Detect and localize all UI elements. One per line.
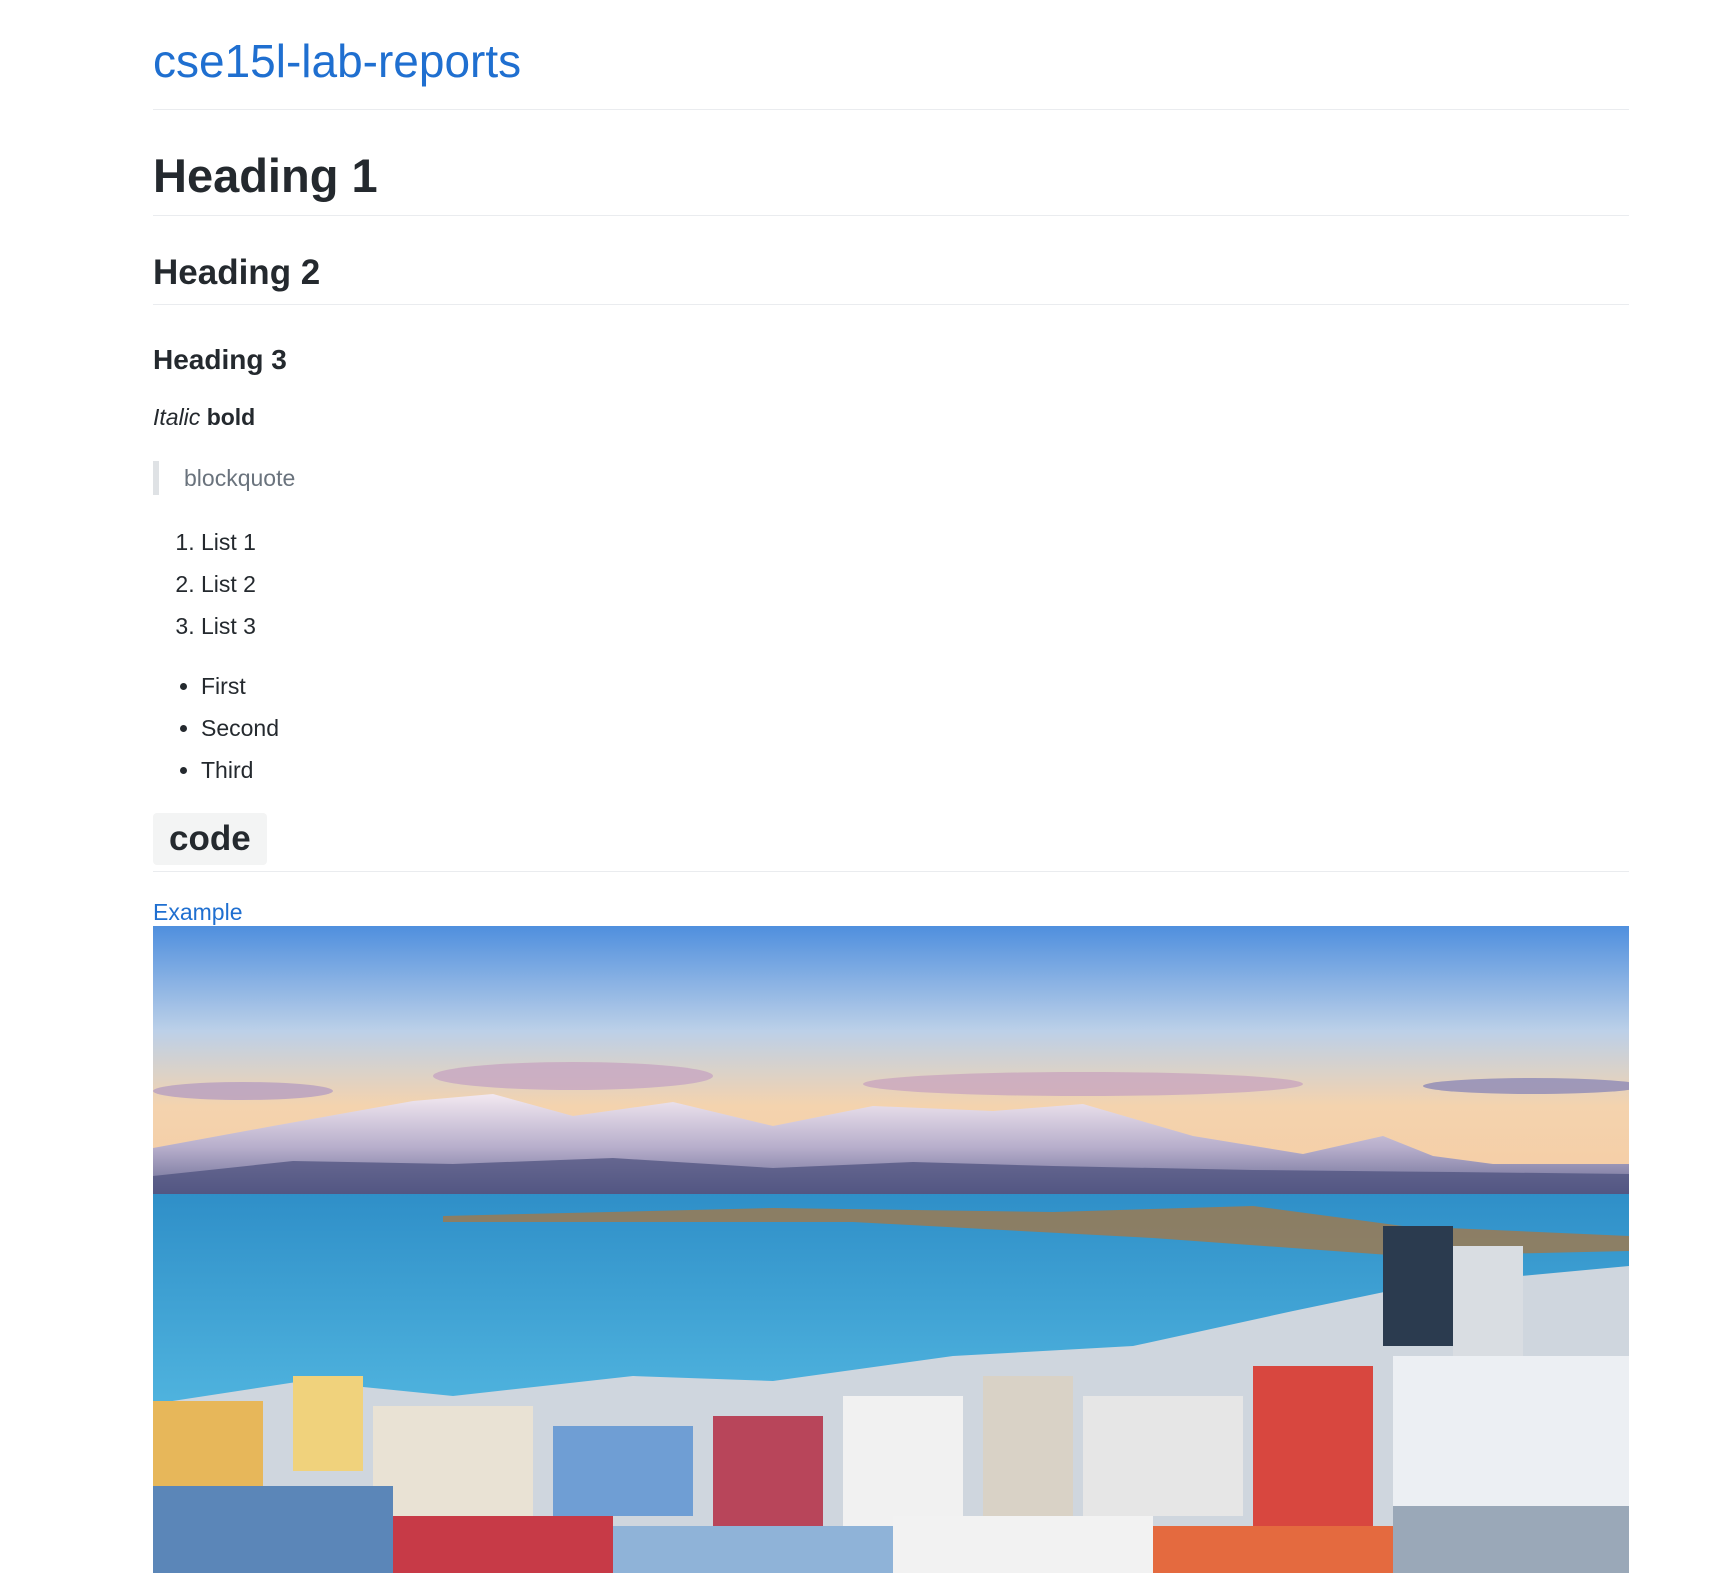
bullet-list-item: First [201, 665, 1629, 707]
ordered-list-item: List 2 [201, 563, 1629, 605]
inline-code: code [153, 812, 267, 865]
bold-text: bold [206, 403, 256, 430]
ordered-list-item: List 1 [201, 521, 1629, 563]
bullet-list-item: Second [201, 707, 1629, 749]
bullet-list-item: Third [201, 749, 1629, 791]
heading-2: Heading 2 [153, 216, 1629, 306]
site-title-link[interactable]: cse15l-lab-reports [153, 0, 1629, 110]
heading-1: Heading 1 [153, 110, 1629, 216]
page-content: cse15l-lab-reports Heading 1 Heading 2 H… [153, 0, 1629, 1574]
italic-text: Italic [153, 403, 201, 430]
bullet-list: First Second Third [153, 665, 1629, 791]
ordered-list-item: List 3 [201, 605, 1629, 647]
styled-paragraph: Italic bold [153, 403, 1629, 433]
heading-3: Heading 3 [153, 344, 287, 376]
ordered-list: List 1 List 2 List 3 [153, 521, 1629, 647]
example-link[interactable]: Example [153, 899, 1629, 927]
code-heading: code [153, 812, 1629, 872]
blockquote: blockquote [153, 460, 1629, 495]
landscape-photo [153, 926, 1629, 1574]
